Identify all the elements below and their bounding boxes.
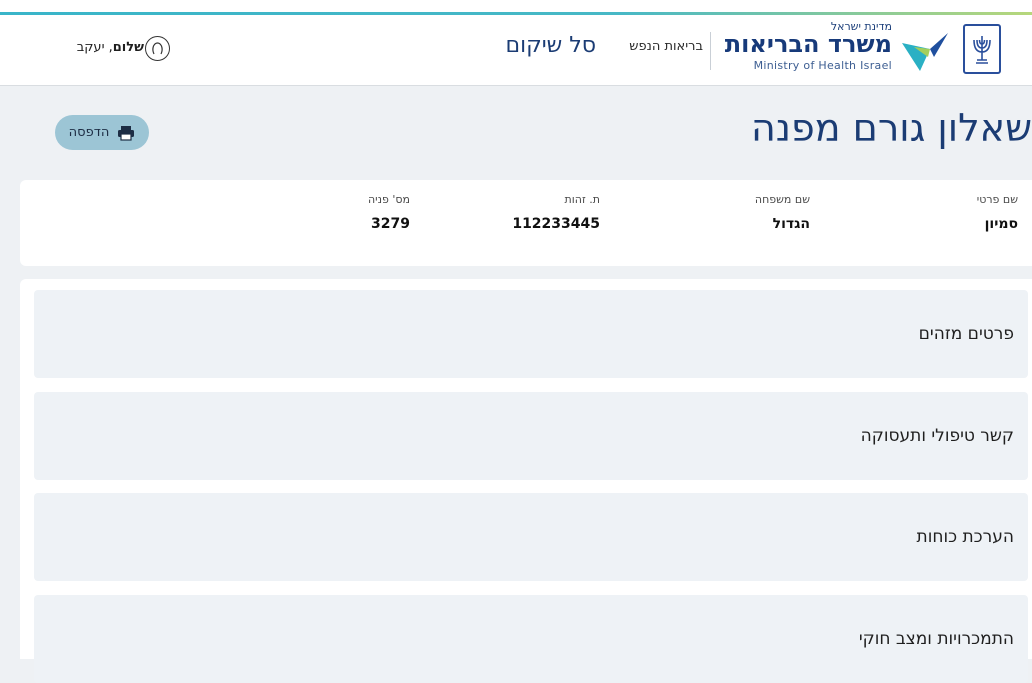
page-title: שאלון גורם מפנה [750,106,1032,150]
top-header: מדינת ישראל משרד הבריאות Ministry of Hea… [0,0,1032,86]
referral-number-value: 3279 [371,216,410,232]
app-title[interactable]: סל שיקום [488,33,596,58]
ministry-name[interactable]: משרד הבריאות [714,30,892,58]
section-title: הערכת כוחות [916,527,1014,547]
id-number-value: 112233445 [512,216,600,232]
user-avatar-icon[interactable] [145,36,170,61]
last-name-label: שם משפחה [754,193,810,206]
bird-logo-icon [902,33,948,71]
greeting-word: שלום [112,40,144,55]
first-name-value: סמיון [984,216,1018,232]
section-addictions-legal[interactable]: התמכרויות ומצב חוקי [34,595,1028,683]
id-number-field: ת. זהות 112233445 [480,192,600,236]
person-details-card: שם פרטי סמיון שם משפחה הגדול ת. זהות 112… [20,180,1032,266]
print-button-label: הדפסה [68,125,110,140]
section-title: פרטים מזהים [918,324,1014,344]
referral-number-label: מס' פניה [367,193,410,206]
section-strengths-assessment[interactable]: הערכת כוחות [34,493,1028,581]
user-greeting: שלום, יעקב [40,40,144,55]
last-name-value: הגדול [772,216,810,232]
section-title: קשר טיפולי ותעסוקה [860,426,1014,446]
printer-icon [118,125,135,141]
department-label: בריאות הנפש [629,39,703,54]
referral-number-field: מס' פניה 3279 [320,192,410,236]
greeting-name: , יעקב [76,40,113,55]
header-accent-strip [0,12,1032,15]
id-number-label: ת. זהות [564,193,600,206]
section-title: התמכרויות ומצב חוקי [858,629,1014,649]
first-name-field: שם פרטי סמיון [918,192,1018,236]
section-treatment-employment[interactable]: קשר טיפולי ותעסוקה [34,392,1028,480]
print-button[interactable]: הדפסה [55,115,149,150]
section-identifying-details[interactable]: פרטים מזהים [34,290,1028,378]
ministry-english-name: Ministry of Health Israel [753,59,892,72]
last-name-field: שם משפחה הגדול [710,192,810,236]
header-divider [710,32,711,70]
menorah-emblem-icon[interactable] [963,24,1001,74]
first-name-label: שם פרטי [976,193,1018,206]
